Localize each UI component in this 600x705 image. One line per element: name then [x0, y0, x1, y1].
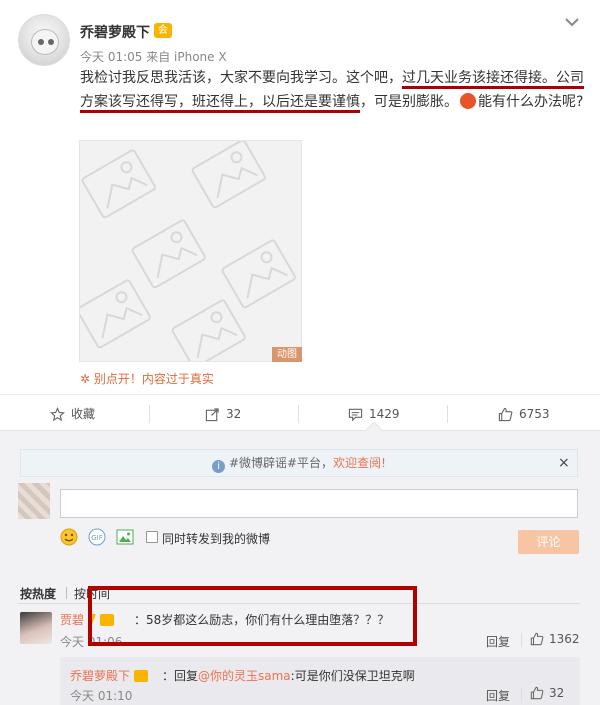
divider	[521, 687, 522, 701]
forward-to-weibo-label[interactable]: 同时转发到我的微博	[162, 530, 270, 547]
thumbs-up-icon	[530, 632, 544, 646]
info-icon: i	[212, 460, 226, 473]
sort-by-hot-tab[interactable]: 按热度	[20, 585, 56, 602]
gif-icon[interactable]: GIF	[88, 528, 106, 546]
submit-comment-button[interactable]: 评论	[518, 530, 579, 554]
emoji-icon[interactable]	[60, 528, 78, 546]
content-part1: 我检讨我反思我活该，大家不要向我学习。这个吧，	[80, 70, 402, 86]
like-count: 6753	[519, 407, 550, 421]
commenter-name-text[interactable]: 贾碧	[60, 613, 84, 627]
reply-mention[interactable]: @你的灵玉sama	[198, 669, 291, 683]
warning-label: 别点开！内容过于真实	[93, 372, 214, 386]
notice-link[interactable]: 欢迎查阅!	[333, 456, 386, 470]
comment-like-button[interactable]: 1362	[530, 632, 580, 646]
angry-emoji-icon	[460, 93, 476, 109]
highlight-annotation-box	[88, 586, 417, 646]
avatar-face	[31, 29, 59, 55]
share-icon	[205, 407, 219, 421]
like-button[interactable]: 6753	[498, 395, 550, 433]
warning-text: ✲ 别点开！内容过于真实	[80, 372, 214, 386]
forward-count: 32	[226, 407, 242, 421]
post-content: 我检讨我反思我活该，大家不要向我学习。这个吧，过几天业务该接还得接。公司方案该写…	[80, 66, 585, 114]
reply-like-count: 32	[549, 686, 565, 700]
divider	[298, 405, 299, 423]
content-part2: ，可是别膨胀。	[360, 94, 458, 110]
vip-badge-icon	[133, 670, 148, 682]
forward-button[interactable]: 32	[205, 395, 241, 433]
rumor-notice: i #微博辟谣#平台，欢迎查阅!	[20, 449, 578, 477]
reply-time: 今天 01:10	[70, 689, 133, 703]
sort-divider	[66, 587, 67, 599]
star-icon	[50, 406, 65, 421]
action-bar: 收藏 32 1429 6753	[0, 394, 600, 432]
avatar-eye-right	[48, 39, 54, 45]
content-part3: 能有什么办法呢?	[478, 94, 584, 110]
post-meta[interactable]: 今天 01:05 来自 iPhone X	[80, 48, 227, 65]
reply-text: ：回复@你的灵玉sama:可是你们没保卫坦克啊	[162, 667, 415, 684]
notice-text: #微博辟谣#平台，	[228, 456, 334, 470]
vip-badge-icon: 会	[154, 23, 172, 38]
favorite-button[interactable]: 收藏	[50, 395, 95, 433]
thumbs-up-icon	[530, 686, 544, 700]
reply-button[interactable]: 回复	[486, 633, 510, 650]
comment-like-count: 1362	[549, 632, 580, 646]
reply-author-name[interactable]: 乔碧萝殿下	[70, 669, 130, 683]
close-icon[interactable]: ×	[558, 455, 570, 471]
forward-checkbox[interactable]	[146, 531, 158, 543]
reply-body: :可是你们没保卫坦克啊	[290, 669, 415, 683]
chevron-down-icon[interactable]	[562, 12, 582, 32]
user-avatar[interactable]	[18, 14, 70, 66]
my-avatar	[18, 483, 50, 519]
gif-tag: 动图	[272, 347, 302, 362]
favorite-label: 收藏	[71, 407, 96, 421]
avatar-eye-left	[38, 39, 44, 45]
divider	[521, 633, 522, 647]
reply-like-button[interactable]: 32	[530, 686, 564, 700]
post-gif-image[interactable]	[79, 140, 302, 362]
reply-author[interactable]: 乔碧萝殿下	[70, 667, 148, 684]
divider	[149, 405, 150, 423]
reply-button[interactable]: 回复	[486, 687, 510, 704]
comment-icon	[348, 408, 363, 421]
svg-text:GIF: GIF	[91, 534, 103, 542]
reply-prefix: ：回复	[162, 669, 199, 683]
comment-input[interactable]	[60, 489, 578, 518]
commenter-avatar[interactable]	[20, 612, 52, 644]
post-username[interactable]: 乔碧萝殿下	[80, 22, 150, 42]
image-icon[interactable]	[116, 528, 134, 546]
divider	[447, 405, 448, 423]
thumbs-up-icon	[498, 407, 513, 421]
